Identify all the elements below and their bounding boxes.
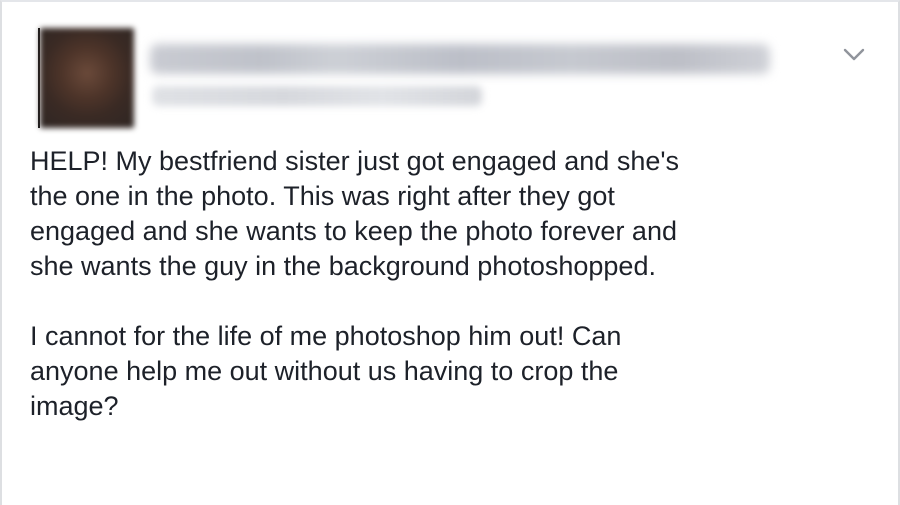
- post-body: HELP! My bestfriend sister just got enga…: [30, 144, 880, 459]
- avatar[interactable]: [40, 28, 134, 128]
- post-card: HELP! My bestfriend sister just got enga…: [0, 0, 900, 505]
- post-menu-button[interactable]: [842, 42, 866, 66]
- post-timestamp[interactable]: [152, 86, 482, 106]
- author-name[interactable]: [150, 44, 770, 74]
- post-paragraph-2: I cannot for the life of me photoshop hi…: [30, 321, 622, 421]
- chevron-down-icon: [843, 48, 865, 61]
- post-paragraph-1: HELP! My bestfriend sister just got enga…: [30, 146, 680, 281]
